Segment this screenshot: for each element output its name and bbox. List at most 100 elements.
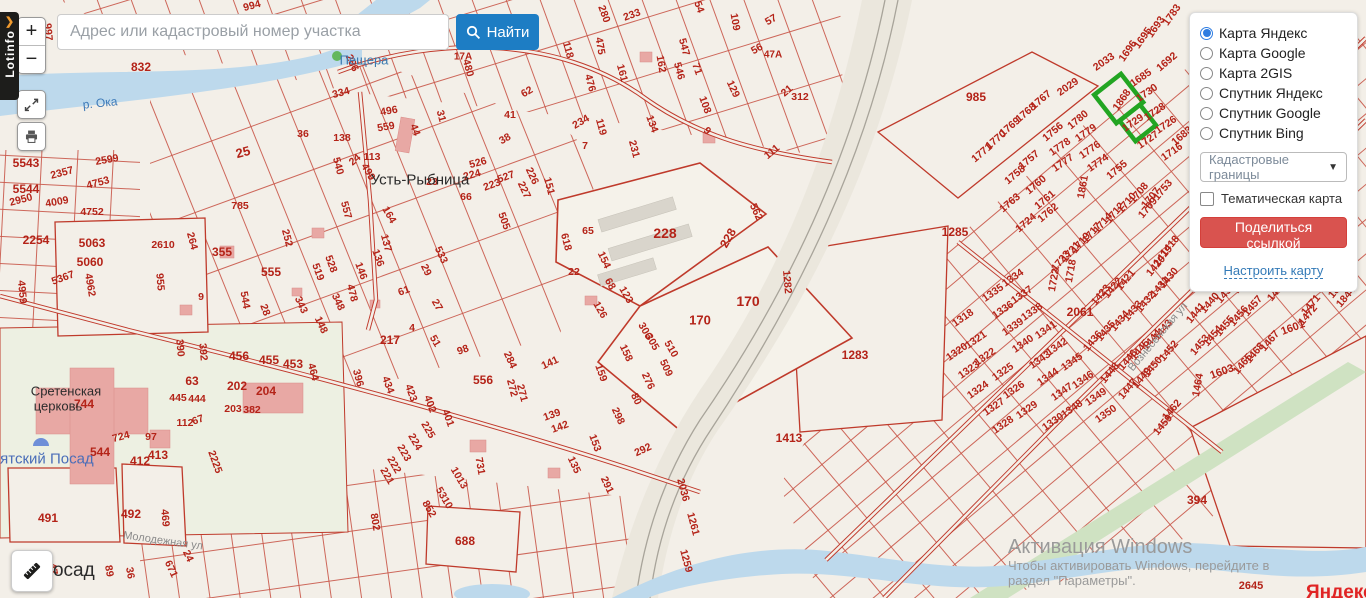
parcel-number: 217 <box>379 333 401 347</box>
layer-option-1[interactable]: Карта Google <box>1200 43 1347 63</box>
parcel-number: 469 <box>158 508 172 528</box>
parcel-number: 63 <box>185 374 199 388</box>
layer-option-label: Карта Google <box>1219 45 1306 61</box>
layer-option-0[interactable]: Карта Яндекс <box>1200 23 1347 43</box>
layer-option-5[interactable]: Спутник Bing <box>1200 123 1347 143</box>
layer-option-label: Карта Яндекс <box>1219 25 1308 41</box>
parcel-number: 785 <box>231 200 249 212</box>
layer-option-label: Спутник Bing <box>1219 125 1304 141</box>
parcel-number: 456 <box>228 349 250 363</box>
parcel-number: 491 <box>37 511 59 525</box>
brand-tab[interactable]: ❯ Lotinfo <box>0 12 19 100</box>
ruler-icon <box>23 562 41 580</box>
parcel-number: 66 <box>460 191 472 203</box>
radio-icon <box>1200 126 1213 140</box>
measure-button[interactable] <box>11 550 53 592</box>
parcel-number: 455 <box>258 353 280 367</box>
brand-logo: Lotinfo <box>2 30 17 78</box>
parcel-number: 5060 <box>76 255 104 269</box>
parcel-number: 394 <box>1186 493 1208 507</box>
share-link-button[interactable]: Поделиться ссылкой <box>1200 217 1347 251</box>
parcel-number: 41 <box>504 109 516 121</box>
parcel-number: 36 <box>123 566 137 580</box>
parcel-number: 382 <box>243 404 261 416</box>
zoom-in-button[interactable]: + <box>18 18 45 45</box>
parcel-number: 7 <box>582 140 588 152</box>
layer-option-3[interactable]: Спутник Яндекс <box>1200 83 1347 103</box>
parcel-number: 170 <box>736 293 760 309</box>
parcel-number: 228 <box>653 225 677 241</box>
place-label: Сретенская <box>30 383 102 399</box>
parcel-number: 138 <box>333 132 351 144</box>
parcel-number: 688 <box>454 534 476 548</box>
search-input[interactable] <box>57 14 449 50</box>
parcel-number: 2254 <box>22 233 50 247</box>
layer-option-2[interactable]: Карта 2GIS <box>1200 63 1347 83</box>
parcel-number: 390 <box>173 338 187 358</box>
parcel-number: 4 <box>409 322 415 334</box>
search-button-label: Найти <box>486 23 530 41</box>
fullscreen-button[interactable] <box>17 90 46 119</box>
parcel-number: 1283 <box>841 348 869 362</box>
zoom-controls: + − <box>17 17 46 74</box>
parcel-number: 312 <box>791 91 809 103</box>
map-canvas[interactable] <box>0 0 1366 598</box>
boundaries-select[interactable]: Кадастровые границы ▼ <box>1200 152 1347 182</box>
parcel-number: 955 <box>153 272 167 292</box>
search-icon <box>466 25 480 39</box>
parcel-number: 203 <box>224 403 242 415</box>
parcel-number: 2645 <box>1238 580 1264 592</box>
parcel-number: 36 <box>297 128 309 140</box>
parcel-number: 4752 <box>80 206 104 218</box>
parcel-number: 22 <box>568 266 580 278</box>
layer-option-4[interactable]: Спутник Google <box>1200 103 1347 123</box>
radio-icon <box>1200 66 1213 80</box>
layer-option-label: Спутник Google <box>1219 105 1321 121</box>
parcel-number: 1285 <box>941 225 969 239</box>
parcel-number: 1282 <box>780 269 794 295</box>
yandex-attribution: Яндекс <box>1306 582 1366 598</box>
place-label: церковь <box>33 398 83 414</box>
parcel-number: 202 <box>226 379 248 393</box>
parcel-number: 47А <box>763 49 783 61</box>
parcel-number: 355 <box>211 245 233 259</box>
parcel-number: 170 <box>689 312 711 328</box>
thematic-map-checkbox-row[interactable]: Тематическая карта <box>1200 191 1347 206</box>
radio-selected-icon <box>1200 26 1213 40</box>
configure-map-link[interactable]: Настроить карту <box>1223 263 1324 279</box>
search-button[interactable]: Найти <box>456 14 539 50</box>
place-label: Пещера <box>339 52 389 68</box>
parcel-number: 492 <box>120 507 142 521</box>
expand-arrows-icon <box>24 98 39 112</box>
parcel-number: 392 <box>196 342 210 362</box>
parcel-number: 1413 <box>775 431 803 445</box>
layer-options: Карта Яндекс Карта Google Карта 2GIS Спутни… <box>1200 23 1347 143</box>
parcel-number: 65 <box>582 225 594 237</box>
layers-panel: Карта Яндекс Карта Google Карта 2GIS Спутни… <box>1189 12 1358 292</box>
radio-icon <box>1200 46 1213 60</box>
zoom-out-button[interactable]: − <box>18 46 45 73</box>
map-shapes <box>0 0 1366 598</box>
parcel-number: 2061 <box>1066 305 1094 319</box>
parcel-number: 445 <box>169 392 187 404</box>
thematic-map-label: Тематическая карта <box>1221 191 1343 206</box>
parcel-number: 89 <box>102 564 116 578</box>
place-label: Вятский Посад <box>0 450 94 468</box>
radio-icon <box>1200 106 1213 120</box>
parcel-number: 204 <box>255 384 277 398</box>
cadastral-map-app: 994 997 832 280 233 54 109 57 118 475 547 56 47А 162 5… <box>0 0 1366 598</box>
chevron-right-icon: ❯ <box>4 16 15 28</box>
parcel-number: 4959 <box>15 279 29 305</box>
boundaries-select-value: Кадастровые границы <box>1209 152 1290 182</box>
parcel-number: 413 <box>147 448 169 462</box>
parcel-number: 555 <box>260 265 282 279</box>
layer-option-label: Карта 2GIS <box>1219 65 1293 81</box>
parcel-number: 985 <box>965 90 987 104</box>
parcel-number: 832 <box>130 60 152 74</box>
parcel-number: 556 <box>472 373 494 387</box>
place-label: Усть-Рыбница <box>370 171 470 189</box>
checkbox-icon <box>1200 191 1214 206</box>
parcel-number: 5063 <box>78 236 106 250</box>
print-button[interactable] <box>17 122 46 151</box>
print-icon <box>25 130 38 143</box>
